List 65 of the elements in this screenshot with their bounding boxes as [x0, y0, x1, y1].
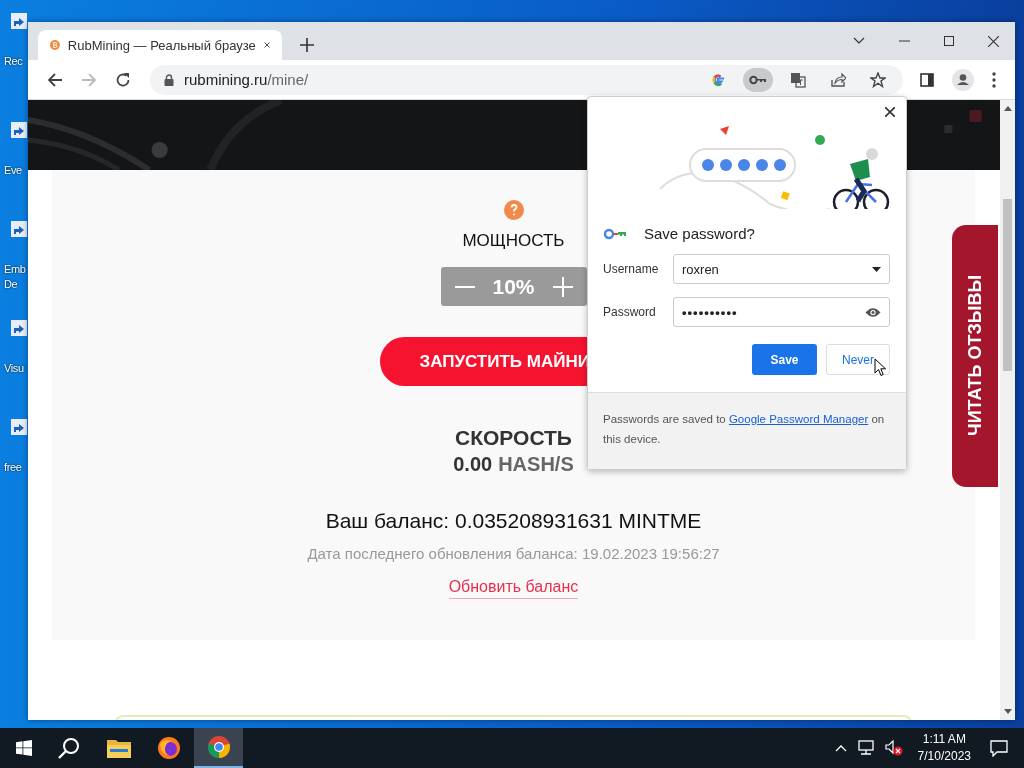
muted-speaker-icon[interactable] — [884, 740, 903, 756]
password-manager-link[interactable]: Google Password Manager — [728, 413, 869, 425]
desktop-icon-label: Emb De — [4, 262, 27, 292]
notification-icon[interactable] — [990, 739, 1008, 757]
minus-icon[interactable] — [454, 285, 475, 288]
reviews-tab[interactable]: ЧИТАТЬ ОТЗЫВЫ — [952, 225, 998, 487]
desktop-icon-label: Rec — [4, 54, 24, 69]
round-browser-icon[interactable] — [194, 728, 243, 768]
scroll-down-icon[interactable] — [1003, 709, 1012, 714]
profile-icon[interactable] — [952, 68, 974, 91]
update-date-text: Дата последнего обновления баланса: 19.02.2023 19:56:27 — [307, 545, 720, 562]
key-icon — [604, 227, 628, 240]
search-icon[interactable] — [58, 737, 80, 759]
scroll-thumb[interactable] — [1003, 199, 1012, 371]
refresh-balance-link[interactable]: Обновить баланс — [448, 578, 579, 599]
shortcut-icon[interactable] — [10, 12, 28, 30]
power-label: МОЩНОСТЬ — [462, 231, 565, 251]
browser-tab[interactable]: RubMining — Реальный браузе — [38, 30, 282, 60]
key-icon[interactable] — [743, 67, 773, 92]
cursor-icon — [874, 358, 887, 377]
url-text: rubmining.ru/mine/ — [184, 71, 309, 88]
dropdown-caret-icon — [872, 266, 881, 272]
lock-icon — [164, 73, 174, 86]
back-icon[interactable] — [47, 71, 63, 88]
network-icon[interactable] — [856, 740, 875, 756]
favicon-icon — [50, 37, 60, 53]
side-panel-icon[interactable] — [920, 72, 934, 87]
shortcut-icon[interactable] — [10, 220, 28, 238]
address-bar[interactable]: rubmining.ru/mine/ — [150, 64, 903, 95]
desktop-icon-label: Eve — [4, 163, 23, 178]
save-button[interactable]: Save — [752, 344, 817, 375]
menu-icon[interactable] — [992, 71, 996, 88]
eye-icon[interactable] — [865, 306, 881, 318]
popup-title: Save password? — [644, 225, 755, 242]
shortcut-icon[interactable] — [10, 121, 28, 139]
balance-text: Ваш баланс: 0.035208931631 MINTME — [325, 509, 702, 533]
reload-icon[interactable] — [115, 71, 131, 88]
clock-date[interactable]: 7/10/2023 — [917, 748, 971, 765]
speed-unit: HASH/S — [498, 453, 574, 476]
never-button[interactable]: Never — [826, 344, 890, 375]
field-label: Password — [603, 305, 657, 319]
field-label: Username — [603, 262, 660, 276]
close-icon[interactable] — [263, 40, 270, 50]
shortcut-icon[interactable] — [10, 319, 28, 337]
speed-value: 0.00 — [453, 453, 493, 476]
scrollbar[interactable] — [1000, 100, 1015, 720]
tab-title: RubMining — Реальный браузе — [67, 37, 256, 53]
new-tab-icon[interactable] — [300, 38, 314, 52]
desktop-icon-label: Visu — [4, 361, 25, 376]
password-field[interactable]: •••••••••• — [673, 297, 890, 327]
scroll-up-icon[interactable] — [1003, 106, 1012, 111]
power-value: 10% — [492, 274, 535, 299]
speed-label: СКОРОСТЬ — [455, 426, 572, 450]
clock-time[interactable]: 1:11 AM — [922, 731, 966, 748]
username-dropdown[interactable]: roxren — [673, 254, 890, 284]
chevron-up-icon[interactable] — [834, 744, 847, 752]
close-icon[interactable] — [885, 107, 895, 117]
shortcut-icon[interactable] — [10, 418, 28, 436]
storage-note: Passwords are saved to Google Password Manager on this device. — [603, 412, 886, 447]
plus-icon[interactable] — [552, 276, 573, 297]
close-icon[interactable] — [988, 35, 999, 47]
chevron-down-icon[interactable] — [853, 37, 865, 45]
windows-start-icon[interactable] — [16, 740, 32, 756]
desktop-icon-label: free — [4, 460, 23, 475]
maximize-icon[interactable] — [944, 36, 954, 46]
